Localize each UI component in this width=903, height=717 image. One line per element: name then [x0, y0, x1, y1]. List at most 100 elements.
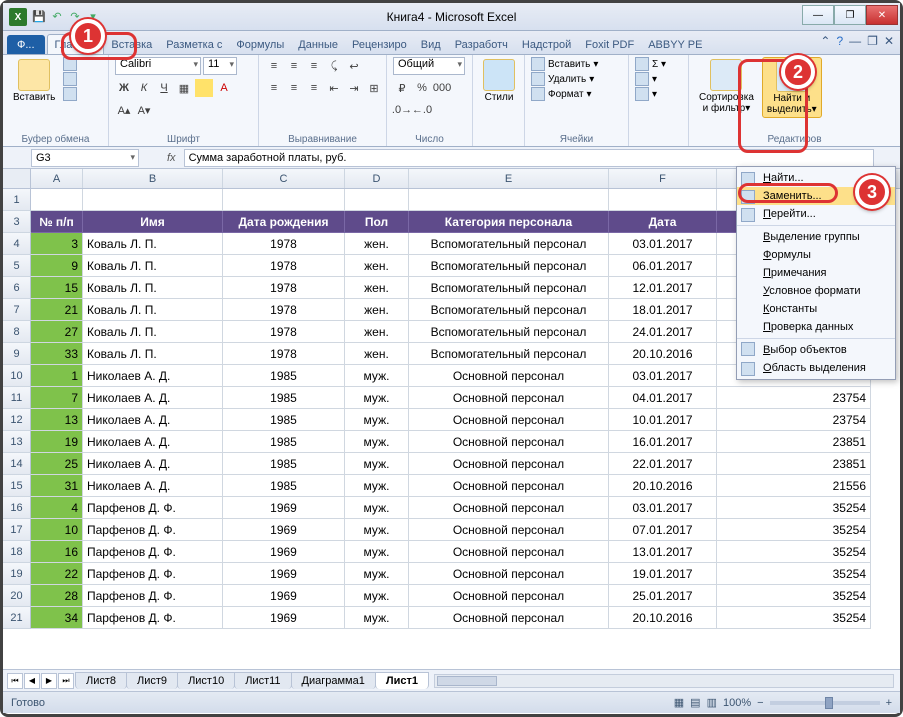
view-layout-icon[interactable]: ▤	[690, 696, 700, 709]
indent-inc-icon[interactable]: ⇥	[345, 79, 363, 97]
font-color-button[interactable]: A	[215, 79, 233, 97]
tab-developer[interactable]: Разработч	[448, 35, 515, 54]
col-A[interactable]: A	[31, 169, 83, 188]
group-cells-label: Ячейки	[531, 134, 622, 146]
horizontal-scrollbar[interactable]	[434, 674, 894, 688]
sheet-nav-next[interactable]: ▶	[41, 673, 57, 689]
sort-filter-button[interactable]: Сортировкаи фильтр▾	[695, 57, 758, 116]
view-normal-icon[interactable]: ▦	[674, 696, 684, 709]
merge-icon[interactable]: ⊞	[365, 79, 383, 97]
window-close-icon[interactable]: ✕	[884, 34, 894, 48]
tab-insert[interactable]: Вставка	[104, 35, 159, 54]
col-B[interactable]: B	[83, 169, 223, 188]
tab-review[interactable]: Рецензиро	[345, 35, 414, 54]
sheet-tab[interactable]: Лист9	[126, 672, 178, 689]
undo-icon[interactable]: ↶	[49, 9, 65, 25]
italic-button[interactable]: К	[135, 79, 153, 97]
minimize-button[interactable]: —	[802, 5, 834, 25]
col-C[interactable]: C	[223, 169, 345, 188]
indent-dec-icon[interactable]: ⇤	[325, 79, 343, 97]
sheet-tab[interactable]: Лист11	[234, 672, 291, 689]
zoom-in-button[interactable]: +	[886, 697, 892, 709]
save-icon[interactable]: 💾	[31, 9, 47, 25]
col-D[interactable]: D	[345, 169, 409, 188]
zoom-slider[interactable]	[770, 701, 880, 705]
view-break-icon[interactable]: ▥	[707, 696, 717, 709]
sheet-tab[interactable]: Диаграмма1	[291, 672, 376, 689]
tab-data[interactable]: Данные	[291, 35, 345, 54]
window-min-icon[interactable]: —	[849, 34, 861, 48]
cut-icon[interactable]	[63, 57, 77, 71]
file-tab[interactable]: Ф...	[7, 35, 45, 54]
decrease-font-icon[interactable]: A▾	[135, 101, 153, 119]
insert-cells-button[interactable]: Вставить ▾	[531, 57, 598, 71]
tab-view[interactable]: Вид	[414, 35, 448, 54]
tab-formulas[interactable]: Формулы	[229, 35, 291, 54]
align-bottom-icon[interactable]: ≡	[305, 57, 323, 75]
menu-item[interactable]: Область выделения	[737, 359, 895, 377]
delete-cells-button[interactable]: Удалить ▾	[531, 72, 598, 86]
clear-button[interactable]: ▾	[635, 87, 666, 101]
sheet-nav-first[interactable]: ⏮	[7, 673, 23, 689]
fill-color-button[interactable]	[195, 79, 213, 97]
styles-button[interactable]: Стили	[479, 57, 519, 105]
sheet-nav-prev[interactable]: ◀	[24, 673, 40, 689]
maximize-button[interactable]: ❐	[834, 5, 866, 25]
tab-foxit[interactable]: Foxit PDF	[578, 35, 641, 54]
sheet-tab[interactable]: Лист8	[75, 672, 127, 689]
zoom-out-button[interactable]: −	[757, 697, 763, 709]
col-F[interactable]: F	[609, 169, 717, 188]
help-icon[interactable]: ?	[836, 34, 843, 48]
paste-button[interactable]: Вставить	[9, 57, 59, 105]
name-box[interactable]: G3	[31, 149, 139, 167]
sort-label: Сортировкаи фильтр▾	[699, 92, 754, 114]
sheet-tab[interactable]: Лист10	[177, 672, 235, 689]
align-top-icon[interactable]: ≡	[265, 57, 283, 75]
ribbon-minimize-icon[interactable]: ⌃	[820, 34, 830, 48]
font-name-combo[interactable]: Calibri	[115, 57, 201, 75]
sheet-tab[interactable]: Лист1	[375, 672, 429, 689]
font-size-combo[interactable]: 11	[203, 57, 237, 75]
underline-button[interactable]: Ч	[155, 79, 173, 97]
menu-item[interactable]: Константы	[737, 300, 895, 318]
pane-icon	[741, 362, 755, 376]
tab-abbyy[interactable]: ABBYY PE	[641, 35, 709, 54]
percent-icon[interactable]: %	[413, 79, 431, 97]
menu-item[interactable]: Выбор объектов	[737, 338, 895, 359]
tab-layout[interactable]: Разметка с	[159, 35, 229, 54]
close-button[interactable]: ✕	[866, 5, 898, 25]
select-all-corner[interactable]	[3, 169, 31, 188]
menu-item[interactable]: Проверка данных	[737, 318, 895, 336]
autosum-button[interactable]: Σ ▾	[635, 57, 666, 71]
formula-bar[interactable]: Сумма заработной платы, руб.	[184, 149, 874, 167]
sheet-nav-last[interactable]: ⏭	[58, 673, 74, 689]
increase-font-icon[interactable]: A▴	[115, 101, 133, 119]
fx-icon[interactable]: fx	[167, 152, 176, 164]
bold-button[interactable]: Ж	[115, 79, 133, 97]
fill-button[interactable]: ▾	[635, 72, 666, 86]
copy-icon[interactable]	[63, 72, 77, 86]
sheet-tab-bar: ⏮ ◀ ▶ ⏭ Лист8Лист9Лист10Лист11Диаграмма1…	[3, 669, 900, 691]
dec-decimal-icon[interactable]: ←.0	[413, 101, 431, 119]
menu-item[interactable]: Выделение группы	[737, 225, 895, 246]
comma-icon[interactable]: 000	[433, 79, 451, 97]
border-button[interactable]: ▦	[175, 79, 193, 97]
format-painter-icon[interactable]	[63, 87, 77, 101]
align-center-icon[interactable]: ≡	[285, 79, 303, 97]
tab-addins[interactable]: Надстрой	[515, 35, 578, 54]
number-format-combo[interactable]: Общий	[393, 57, 465, 75]
inc-decimal-icon[interactable]: .0→	[393, 101, 411, 119]
menu-item[interactable]: Примечания	[737, 264, 895, 282]
menu-item[interactable]: Условное формати	[737, 282, 895, 300]
align-left-icon[interactable]: ≡	[265, 79, 283, 97]
window-restore-icon[interactable]: ❐	[867, 34, 878, 48]
orientation-icon[interactable]: ⤹	[325, 57, 343, 75]
format-cells-button[interactable]: Формат ▾	[531, 87, 598, 101]
currency-icon[interactable]: ₽	[393, 79, 411, 97]
zoom-value[interactable]: 100%	[723, 697, 751, 709]
menu-item[interactable]: Формулы	[737, 246, 895, 264]
align-middle-icon[interactable]: ≡	[285, 57, 303, 75]
wrap-text-icon[interactable]: ↩	[345, 57, 363, 75]
col-E[interactable]: E	[409, 169, 609, 188]
align-right-icon[interactable]: ≡	[305, 79, 323, 97]
